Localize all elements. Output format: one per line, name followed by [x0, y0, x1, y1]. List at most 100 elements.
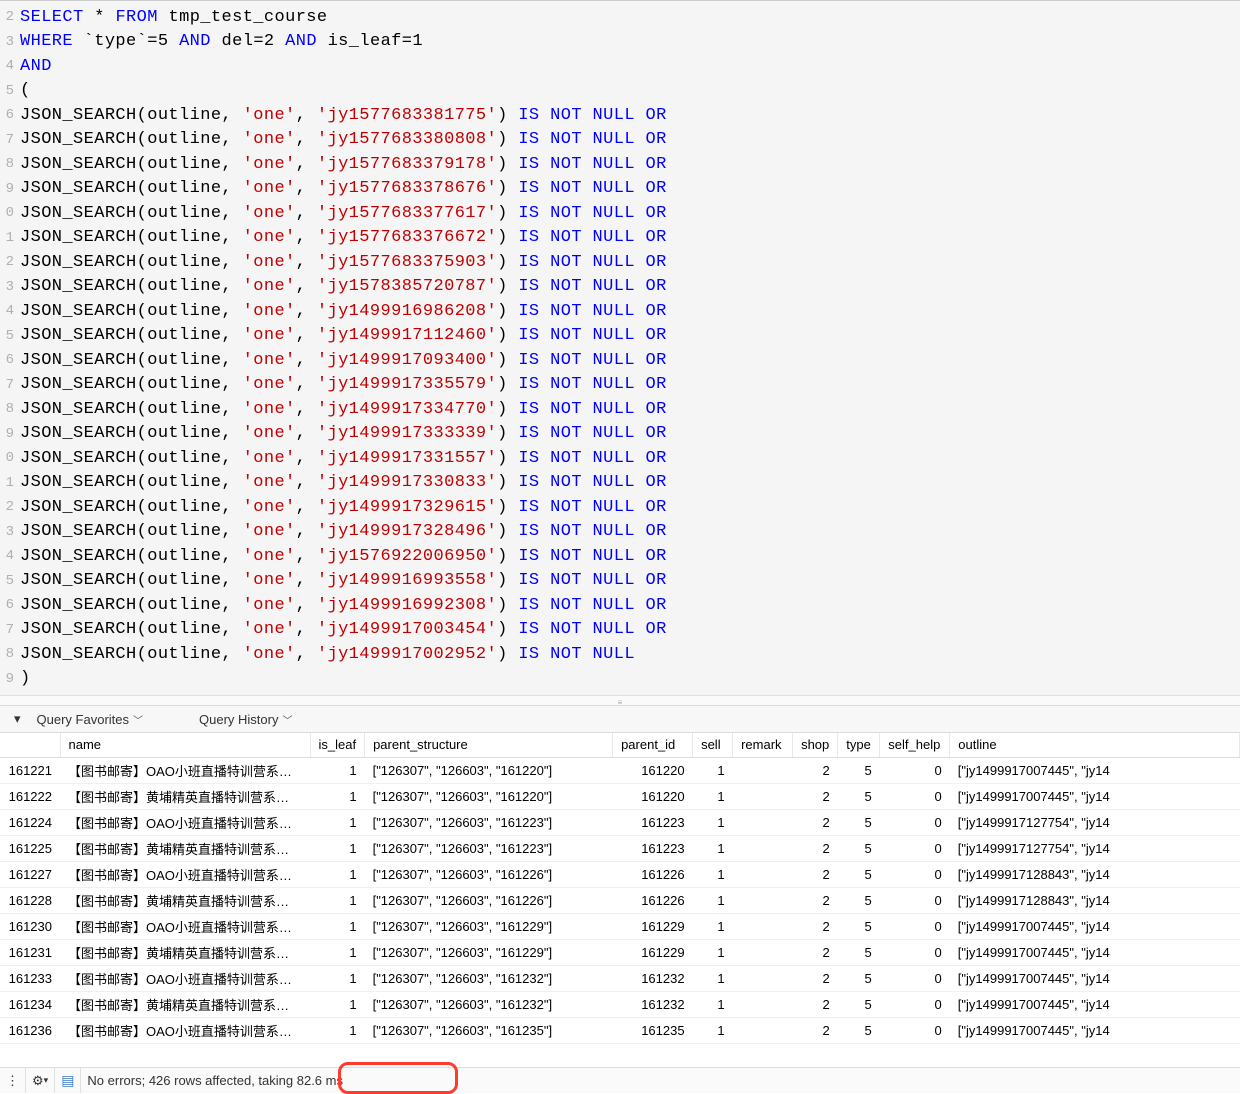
cell[interactable]: 161223: [613, 809, 693, 835]
col-header-parent-id[interactable]: parent_id: [613, 733, 693, 757]
cell[interactable]: 161220: [613, 757, 693, 783]
cell[interactable]: 1: [310, 965, 365, 991]
cell[interactable]: [733, 861, 793, 887]
cell[interactable]: ["126307", "126603", "161223"]: [365, 835, 613, 861]
cell[interactable]: 2: [793, 809, 838, 835]
cell[interactable]: 161231: [0, 939, 60, 965]
cell[interactable]: ["126307", "126603", "161229"]: [365, 939, 613, 965]
cell[interactable]: ["jy1499917007445", "jy14: [950, 991, 1240, 1017]
table-row[interactable]: 161233【图书邮寄】OAO小班直播特训营系…1["126307", "126…: [0, 965, 1240, 991]
cell[interactable]: 5: [838, 861, 880, 887]
cell[interactable]: 161234: [0, 991, 60, 1017]
cell[interactable]: 1: [310, 809, 365, 835]
cell[interactable]: 1: [310, 783, 365, 809]
editor-line[interactable]: 3JSON_SEARCH(outline, 'one', 'jy15783857…: [0, 275, 1240, 300]
editor-line[interactable]: 7JSON_SEARCH(outline, 'one', 'jy14999173…: [0, 373, 1240, 398]
cell[interactable]: 161232: [613, 991, 693, 1017]
statusbar-menu-button[interactable]: ⋮: [0, 1068, 26, 1093]
table-row[interactable]: 161236【图书邮寄】OAO小班直播特训营系…1["126307", "126…: [0, 1017, 1240, 1043]
cell[interactable]: 161232: [613, 965, 693, 991]
cell[interactable]: 5: [838, 835, 880, 861]
col-header-selfhelp[interactable]: self_help: [880, 733, 950, 757]
editor-line[interactable]: 3WHERE `type`=5 AND del=2 AND is_leaf=1: [0, 30, 1240, 55]
cell[interactable]: 2: [793, 835, 838, 861]
cell[interactable]: 【图书邮寄】OAO小班直播特训营系…: [60, 861, 310, 887]
editor-line[interactable]: 7JSON_SEARCH(outline, 'one', 'jy14999170…: [0, 618, 1240, 643]
cell[interactable]: ["126307", "126603", "161232"]: [365, 991, 613, 1017]
toolbar-dropdown-button[interactable]: ▾: [6, 711, 29, 727]
editor-line[interactable]: 5JSON_SEARCH(outline, 'one', 'jy14999171…: [0, 324, 1240, 349]
cell[interactable]: 2: [793, 1017, 838, 1043]
cell[interactable]: 2: [793, 783, 838, 809]
cell[interactable]: 1: [693, 965, 733, 991]
cell[interactable]: ["126307", "126603", "161235"]: [365, 1017, 613, 1043]
cell[interactable]: 0: [880, 939, 950, 965]
cell[interactable]: 【图书邮寄】OAO小班直播特训营系…: [60, 913, 310, 939]
cell[interactable]: 161228: [0, 887, 60, 913]
splitter[interactable]: ≡: [0, 695, 1240, 705]
cell[interactable]: 5: [838, 1017, 880, 1043]
cell[interactable]: 1: [310, 861, 365, 887]
cell[interactable]: 【图书邮寄】OAO小班直播特训营系…: [60, 757, 310, 783]
cell[interactable]: 5: [838, 913, 880, 939]
editor-line[interactable]: 2JSON_SEARCH(outline, 'one', 'jy14999173…: [0, 495, 1240, 520]
cell[interactable]: 【图书邮寄】OAO小班直播特训营系…: [60, 1017, 310, 1043]
cell[interactable]: 1: [310, 1017, 365, 1043]
cell[interactable]: 161233: [0, 965, 60, 991]
editor-line[interactable]: 8JSON_SEARCH(outline, 'one', 'jy14999170…: [0, 642, 1240, 667]
editor-line[interactable]: 9JSON_SEARCH(outline, 'one', 'jy15776833…: [0, 177, 1240, 202]
cell[interactable]: ["126307", "126603", "161226"]: [365, 861, 613, 887]
cell[interactable]: 161230: [0, 913, 60, 939]
results-grid[interactable]: name is_leaf parent_structure parent_id …: [0, 733, 1240, 1067]
table-row[interactable]: 161222【图书邮寄】黄埔精英直播特训营系…1["126307", "1266…: [0, 783, 1240, 809]
cell[interactable]: ["jy1499917007445", "jy14: [950, 965, 1240, 991]
col-header-outline[interactable]: outline: [950, 733, 1240, 757]
cell[interactable]: 161229: [613, 913, 693, 939]
col-header-isleaf[interactable]: is_leaf: [310, 733, 365, 757]
editor-line[interactable]: 1JSON_SEARCH(outline, 'one', 'jy15776833…: [0, 226, 1240, 251]
editor-line[interactable]: 5(: [0, 79, 1240, 104]
cell[interactable]: 0: [880, 1017, 950, 1043]
cell[interactable]: 0: [880, 913, 950, 939]
cell[interactable]: ["jy1499917128843", "jy14: [950, 861, 1240, 887]
col-header-type[interactable]: type: [838, 733, 880, 757]
editor-line[interactable]: 1JSON_SEARCH(outline, 'one', 'jy14999173…: [0, 471, 1240, 496]
cell[interactable]: 5: [838, 809, 880, 835]
table-row[interactable]: 161230【图书邮寄】OAO小班直播特训营系…1["126307", "126…: [0, 913, 1240, 939]
cell[interactable]: 1: [693, 991, 733, 1017]
cell[interactable]: 1: [693, 887, 733, 913]
cell[interactable]: 【图书邮寄】OAO小班直播特训营系…: [60, 809, 310, 835]
editor-line[interactable]: 6JSON_SEARCH(outline, 'one', 'jy14999169…: [0, 593, 1240, 618]
editor-line[interactable]: 4AND: [0, 54, 1240, 79]
cell[interactable]: 161226: [613, 887, 693, 913]
cell[interactable]: 【图书邮寄】黄埔精英直播特训营系…: [60, 887, 310, 913]
cell[interactable]: 5: [838, 965, 880, 991]
col-header-name[interactable]: name: [60, 733, 310, 757]
cell[interactable]: 2: [793, 757, 838, 783]
cell[interactable]: 2: [793, 887, 838, 913]
editor-line[interactable]: 2SELECT * FROM tmp_test_course: [0, 5, 1240, 30]
cell[interactable]: 0: [880, 835, 950, 861]
cell[interactable]: 2: [793, 991, 838, 1017]
editor-line[interactable]: 3JSON_SEARCH(outline, 'one', 'jy14999173…: [0, 520, 1240, 545]
cell[interactable]: 1: [310, 835, 365, 861]
cell[interactable]: ["126307", "126603", "161220"]: [365, 757, 613, 783]
cell[interactable]: 161220: [613, 783, 693, 809]
editor-line[interactable]: 2JSON_SEARCH(outline, 'one', 'jy15776833…: [0, 250, 1240, 275]
col-header-remark[interactable]: remark: [733, 733, 793, 757]
cell[interactable]: 161225: [0, 835, 60, 861]
cell[interactable]: 0: [880, 757, 950, 783]
cell[interactable]: 【图书邮寄】黄埔精英直播特训营系…: [60, 991, 310, 1017]
cell[interactable]: 2: [793, 939, 838, 965]
cell[interactable]: 0: [880, 783, 950, 809]
cell[interactable]: [733, 939, 793, 965]
cell[interactable]: 0: [880, 965, 950, 991]
cell[interactable]: ["126307", "126603", "161220"]: [365, 783, 613, 809]
editor-line[interactable]: 4JSON_SEARCH(outline, 'one', 'jy14999169…: [0, 299, 1240, 324]
cell[interactable]: 【图书邮寄】OAO小班直播特训营系…: [60, 965, 310, 991]
cell[interactable]: 5: [838, 887, 880, 913]
table-row[interactable]: 161227【图书邮寄】OAO小班直播特训营系…1["126307", "126…: [0, 861, 1240, 887]
cell[interactable]: 161227: [0, 861, 60, 887]
cell[interactable]: 1: [693, 783, 733, 809]
editor-line[interactable]: 0JSON_SEARCH(outline, 'one', 'jy14999173…: [0, 446, 1240, 471]
